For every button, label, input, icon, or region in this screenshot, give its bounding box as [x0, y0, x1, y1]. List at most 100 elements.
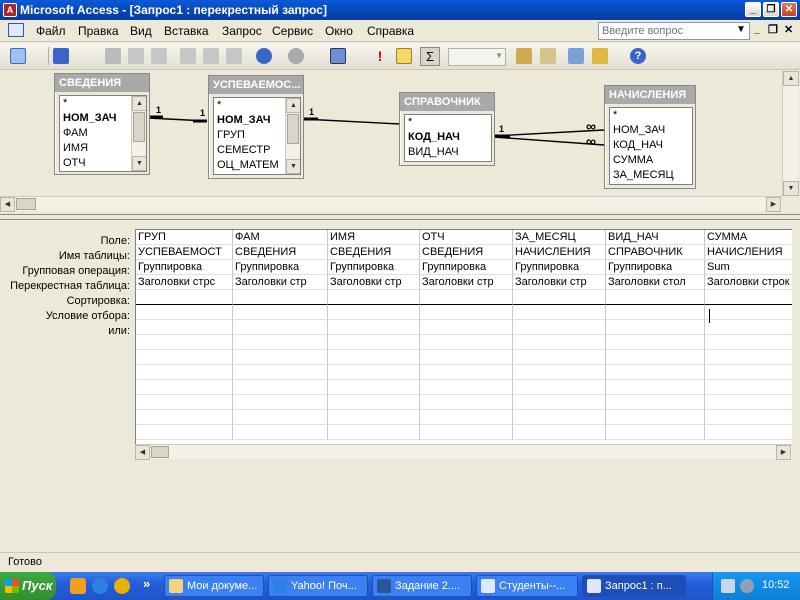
qbe-cell[interactable]: Заголовки стр [328, 275, 420, 290]
qbe-cell[interactable]: Группировка [606, 260, 705, 275]
database-window-icon[interactable] [568, 48, 584, 64]
menu-file[interactable]: Файл [36, 24, 66, 38]
print-icon[interactable] [105, 48, 121, 64]
help-dropdown-arrow-icon[interactable]: ▼ [736, 24, 746, 35]
qbe-cell[interactable] [420, 380, 513, 395]
qbe-cell[interactable] [513, 365, 606, 380]
qbe-cell[interactable] [705, 365, 792, 380]
qbe-cell[interactable] [606, 305, 705, 320]
mdi-minimize-button[interactable]: _ [754, 23, 760, 35]
scroll-down-icon[interactable]: ▼ [132, 156, 146, 171]
qbe-cell[interactable]: СВЕДЕНИЯ [328, 245, 420, 260]
qbe-cell[interactable]: Заголовки стр [513, 275, 606, 290]
mdi-close-button[interactable]: ✕ [784, 23, 793, 36]
scroll-left-icon[interactable]: ◀ [135, 445, 150, 460]
qbe-cell[interactable] [513, 320, 606, 335]
qbe-cell[interactable]: Заголовки стол [606, 275, 705, 290]
qbe-cell[interactable] [513, 395, 606, 410]
qbe-cell[interactable] [328, 395, 420, 410]
qbe-cell[interactable]: ОТЧ [420, 230, 513, 245]
qbe-cell[interactable] [513, 305, 606, 320]
qbe-cell[interactable] [233, 380, 328, 395]
build-icon[interactable] [540, 48, 556, 64]
clock[interactable]: 10:52 [762, 579, 790, 591]
qbe-cell[interactable] [606, 350, 705, 365]
help-icon[interactable]: ? [630, 48, 646, 64]
spelling-icon[interactable] [151, 48, 167, 64]
menu-insert[interactable]: Вставка [164, 24, 209, 38]
qbe-cell[interactable] [606, 395, 705, 410]
new-object-icon[interactable] [592, 48, 608, 64]
qbe-cell[interactable]: Заголовки стрс [136, 275, 233, 290]
top-values-combo[interactable]: ▼ [448, 48, 506, 66]
show-table-icon[interactable] [396, 48, 412, 64]
field-item[interactable]: * [610, 108, 692, 123]
qbe-cell[interactable] [420, 395, 513, 410]
scroll-down-icon[interactable]: ▼ [783, 181, 799, 196]
scroll-right-icon[interactable]: ▶ [766, 197, 781, 212]
qbe-cell[interactable] [136, 305, 233, 320]
copy-icon[interactable] [203, 48, 219, 64]
qbe-cell[interactable] [513, 425, 606, 440]
qbe-cell[interactable] [136, 290, 233, 305]
qbe-cell[interactable] [136, 380, 233, 395]
help-search-input[interactable] [598, 22, 750, 40]
qbe-cell[interactable]: Группировка [420, 260, 513, 275]
field-item[interactable]: СУММА [610, 153, 692, 168]
properties-icon[interactable] [516, 48, 532, 64]
table-caption[interactable]: СПРАВОЧНИК [400, 93, 494, 111]
scroll-thumb[interactable] [151, 446, 169, 458]
qbe-cell[interactable] [233, 425, 328, 440]
qbe-cell[interactable]: Группировка [328, 260, 420, 275]
field-item[interactable]: НОМ_ЗАЧ [610, 123, 692, 138]
table-caption[interactable]: УСПЕВАЕМОС... [209, 76, 303, 94]
scroll-up-icon[interactable]: ▲ [286, 98, 300, 113]
qbe-cell[interactable] [420, 290, 513, 305]
field-list-scrollbar[interactable]: ▲ ▼ [285, 98, 300, 174]
paste-icon[interactable] [226, 48, 242, 64]
qbe-cell[interactable] [420, 305, 513, 320]
qbe-cell[interactable]: НАЧИСЛЕНИЯ [513, 245, 606, 260]
qbe-cell[interactable]: Заголовки стр [233, 275, 328, 290]
qbe-cell[interactable]: Группировка [136, 260, 233, 275]
qbe-cell[interactable] [233, 365, 328, 380]
qbe-cell[interactable] [513, 290, 606, 305]
network-icon[interactable] [721, 579, 735, 593]
qbe-cell[interactable] [233, 410, 328, 425]
scroll-left-icon[interactable]: ◀ [0, 197, 15, 212]
qbe-cell[interactable] [705, 410, 792, 425]
scroll-up-icon[interactable]: ▲ [783, 71, 799, 86]
volume-icon[interactable] [740, 579, 754, 593]
cut-icon[interactable] [180, 48, 196, 64]
undo-icon[interactable] [256, 48, 272, 64]
qbe-cell[interactable]: ЗА_МЕСЯЦ [513, 230, 606, 245]
scroll-thumb[interactable] [133, 112, 145, 142]
view-icon[interactable] [10, 48, 26, 64]
qbe-cell[interactable] [233, 395, 328, 410]
qbe-cell[interactable]: ФАМ [233, 230, 328, 245]
qbe-cell[interactable] [233, 320, 328, 335]
qbe-cell[interactable]: Sum [705, 260, 792, 275]
qbe-cell[interactable]: СВЕДЕНИЯ [233, 245, 328, 260]
qbe-cell[interactable]: Группировка [233, 260, 328, 275]
minimize-button[interactable]: _ [745, 2, 761, 17]
qbe-cell[interactable] [328, 320, 420, 335]
qbe-cell[interactable]: СВЕДЕНИЯ [420, 245, 513, 260]
task-my-documents[interactable]: Мои докуме... [164, 575, 264, 597]
quicklaunch-more-icon[interactable]: » [143, 576, 150, 591]
qbe-cell[interactable]: НАЧИСЛЕНИЯ [705, 245, 792, 260]
table-nachisleniya[interactable]: НАЧИСЛЕНИЯ * НОМ_ЗАЧ КОД_НАЧ СУММА ЗА_МЕ… [604, 85, 696, 189]
qbe-cell[interactable] [606, 380, 705, 395]
start-button[interactable]: Пуск [0, 572, 56, 600]
qbe-cell[interactable] [420, 425, 513, 440]
query-type-icon[interactable] [330, 48, 346, 64]
field-item-key[interactable]: КОД_НАЧ [405, 130, 491, 145]
scroll-right-icon[interactable]: ▶ [776, 445, 791, 460]
qbe-cell[interactable]: Заголовки строк [705, 275, 792, 290]
menu-tools[interactable]: Сервис [272, 24, 313, 38]
qbe-cell[interactable] [606, 425, 705, 440]
qbe-cell[interactable]: Группировка [513, 260, 606, 275]
document-window-icon[interactable] [8, 23, 24, 37]
table-uspevaemost[interactable]: УСПЕВАЕМОС... * НОМ_ЗАЧ ГРУП СЕМЕСТР ОЦ_… [208, 75, 304, 179]
qbe-cell[interactable] [328, 305, 420, 320]
